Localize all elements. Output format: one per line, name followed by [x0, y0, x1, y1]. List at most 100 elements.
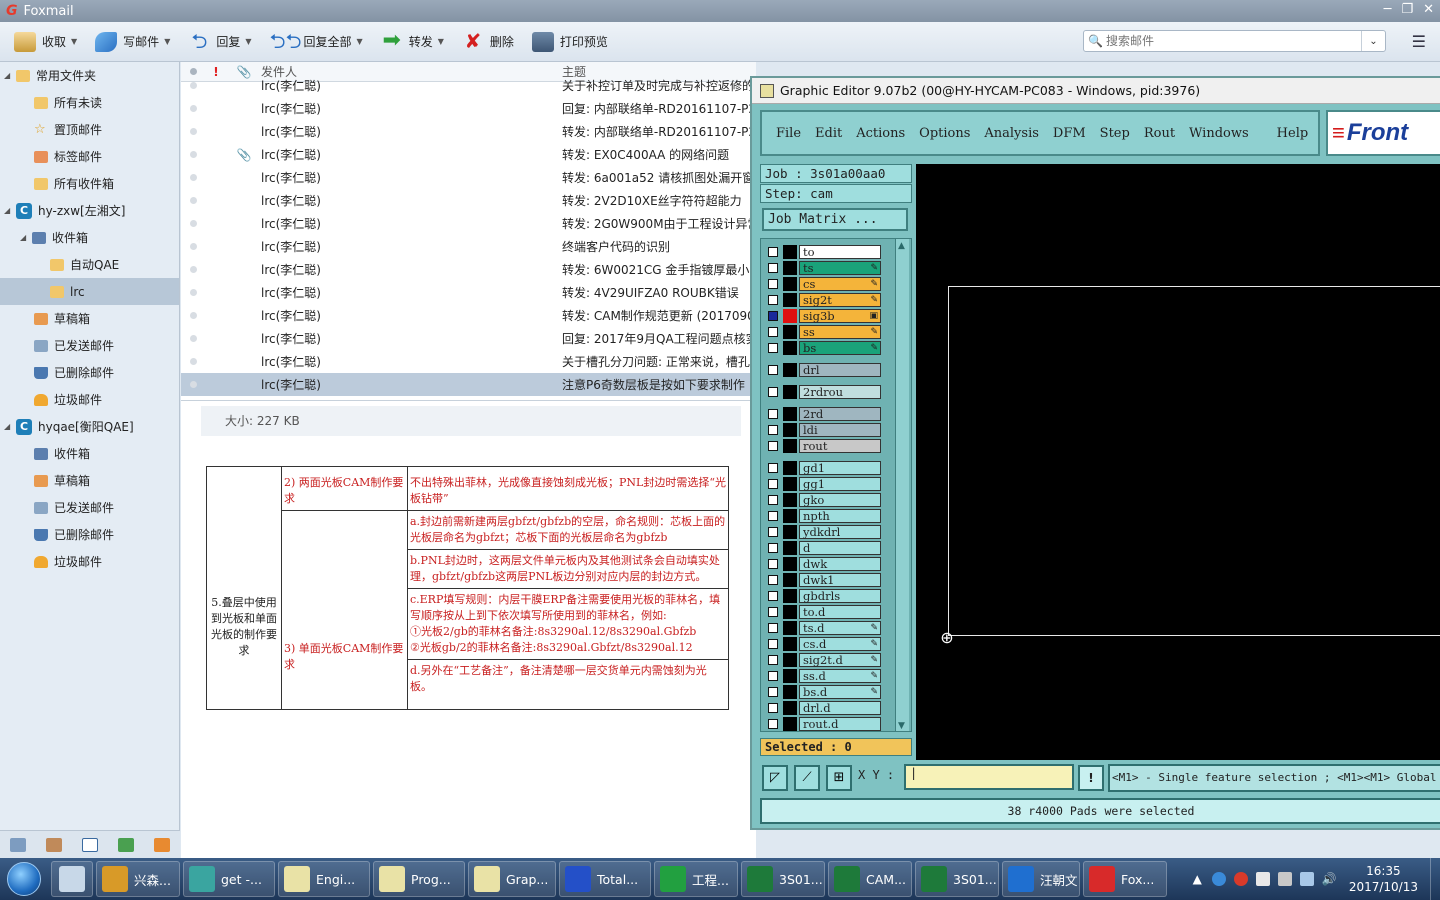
layer-checkbox[interactable]: [768, 687, 778, 697]
expand-arrow-icon[interactable]: ◢: [20, 233, 32, 242]
taskbar-item[interactable]: 工程...: [654, 861, 738, 897]
read-status-icon[interactable]: [181, 82, 205, 89]
expand-arrow-icon[interactable]: ◢: [4, 422, 16, 431]
start-button[interactable]: [0, 858, 48, 900]
layer-name[interactable]: bs.d ✎: [799, 685, 881, 699]
minimize-icon[interactable]: ─: [1384, 2, 1392, 17]
read-status-icon[interactable]: [181, 312, 205, 319]
search-input[interactable]: [1105, 34, 1361, 48]
layer-name[interactable]: ts ✎: [799, 261, 881, 275]
read-status-column-icon[interactable]: [181, 68, 205, 75]
layer-checkbox[interactable]: [768, 463, 778, 473]
layer-name[interactable]: gbdrls: [799, 589, 881, 603]
layer-checkbox[interactable]: [768, 671, 778, 681]
layer-name[interactable]: sig2t ✎: [799, 293, 881, 307]
read-status-icon[interactable]: [181, 266, 205, 273]
table-row[interactable]: lrc(李仁聪) 关于补控订单及时完成与补控返修的: [181, 74, 756, 97]
layer-row-cs[interactable]: cs ✎: [765, 277, 883, 291]
layer-checkbox[interactable]: [768, 607, 778, 617]
layer-name[interactable]: to.d: [799, 605, 881, 619]
sidebar-item-all-inbox[interactable]: 所有收件箱: [0, 170, 179, 197]
layer-checkbox[interactable]: [768, 343, 778, 353]
layer-name[interactable]: ss ✎: [799, 325, 881, 339]
layer-name[interactable]: d: [799, 541, 881, 555]
table-row[interactable]: lrc(李仁聪) 终端客户代码的识别: [181, 235, 756, 258]
sidebar-item-a2-deleted[interactable]: 已删除邮件: [0, 521, 179, 548]
layer-row-ts.d[interactable]: ts.d ✎: [765, 621, 883, 635]
chevron-down-icon[interactable]: ▼: [357, 37, 363, 46]
layer-name[interactable]: ts.d ✎: [799, 621, 881, 635]
scroll-up-icon[interactable]: ▲: [898, 241, 905, 251]
job-matrix-button[interactable]: Job Matrix ...: [762, 208, 908, 231]
layer-checkbox[interactable]: [768, 575, 778, 585]
layer-name[interactable]: dwk: [799, 557, 881, 571]
table-row[interactable]: lrc(李仁聪) 关于槽孔分刀问题: 正常来说，槽孔: [181, 350, 756, 373]
clock[interactable]: 16:35 2017/10/13: [1349, 863, 1418, 895]
read-status-icon[interactable]: [181, 381, 205, 388]
layer-row-bs.d[interactable]: bs.d ✎: [765, 685, 883, 699]
receive-button[interactable]: 收取 ▼: [14, 31, 77, 52]
layer-checkbox[interactable]: [768, 409, 778, 419]
forward-button[interactable]: ➡ 转发 ▼: [381, 29, 443, 52]
menu-rout[interactable]: Rout: [1144, 126, 1175, 141]
flag-icon[interactable]: [1255, 872, 1270, 886]
menu-file[interactable]: File: [776, 126, 801, 141]
table-row[interactable]: lrc(李仁聪) 转发: 2V2D10XE丝字符符超能力: [181, 189, 756, 212]
layer-checkbox[interactable]: [768, 479, 778, 489]
layer-checkbox[interactable]: [768, 295, 778, 305]
layer-checkbox[interactable]: [768, 543, 778, 553]
layer-checkbox[interactable]: [768, 719, 778, 729]
layer-checkbox[interactable]: [768, 365, 778, 375]
layer-name[interactable]: sig2t.d ✎: [799, 653, 881, 667]
layer-checkbox[interactable]: [768, 263, 778, 273]
taskbar-item[interactable]: 3S01...: [915, 861, 999, 897]
taskbar-item[interactable]: Prog...: [373, 861, 465, 897]
print-preview-button[interactable]: 打印预览: [531, 31, 608, 52]
layer-row-2rdrou[interactable]: 2rdrou: [765, 385, 883, 399]
layer-name[interactable]: cs.d ✎: [799, 637, 881, 651]
taskbar-item[interactable]: get -...: [183, 861, 275, 897]
read-status-icon[interactable]: [181, 151, 205, 158]
layer-name[interactable]: gd1: [799, 461, 881, 475]
measure-icon[interactable]: ⟋: [794, 765, 820, 791]
layer-checkbox[interactable]: [768, 703, 778, 713]
scroll-down-icon[interactable]: ▼: [898, 721, 905, 731]
menu-dfm[interactable]: DFM: [1053, 126, 1086, 141]
read-status-icon[interactable]: [181, 243, 205, 250]
taskbar-item[interactable]: Fox...: [1083, 861, 1167, 897]
reply-button[interactable]: ⮌ 回复 ▼: [188, 31, 251, 52]
layer-name[interactable]: ss.d ✎: [799, 669, 881, 683]
expand-arrow-icon[interactable]: ◢: [4, 206, 16, 215]
layer-checkbox[interactable]: [768, 441, 778, 451]
layer-name[interactable]: sig3b ▣: [799, 309, 881, 323]
compose-button[interactable]: 写邮件 ▼: [95, 31, 170, 52]
contacts-icon[interactable]: [46, 837, 62, 852]
sidebar-group-common[interactable]: ◢ 常用文件夹: [0, 62, 179, 89]
read-status-icon[interactable]: [181, 197, 205, 204]
sidebar-item-starred[interactable]: ☆ 置顶邮件: [0, 116, 179, 143]
chevron-down-icon[interactable]: ▼: [71, 37, 77, 46]
show-desktop-button[interactable]: [1430, 858, 1440, 900]
layer-name[interactable]: cs ✎: [799, 277, 881, 291]
grid-snap-icon[interactable]: ⊞: [826, 765, 852, 791]
reply-all-button[interactable]: ⮌⮌ 回复全部 ▼: [270, 31, 363, 52]
taskbar-item[interactable]: 3S01...: [741, 861, 825, 897]
delete-button[interactable]: ✘ 删除: [462, 31, 513, 52]
taskbar-item[interactable]: 汪朝文: [1002, 861, 1080, 897]
layer-name[interactable]: dwk1: [799, 573, 881, 587]
layer-checkbox[interactable]: [768, 311, 778, 321]
calendar-icon[interactable]: [82, 837, 98, 852]
layer-row-rout.d[interactable]: rout.d: [765, 717, 883, 731]
taskbar-item[interactable]: Grap...: [468, 861, 556, 897]
zoom-box-icon[interactable]: ◸: [762, 765, 788, 791]
table-row[interactable]: lrc(李仁聪) 转发: 6a001a52 请核抓图处漏开窗: [181, 166, 756, 189]
layer-row-drl.d[interactable]: drl.d: [765, 701, 883, 715]
layer-row-ldi[interactable]: ldi: [765, 423, 883, 437]
read-status-icon[interactable]: [181, 174, 205, 181]
volume-icon[interactable]: 🔊: [1322, 872, 1337, 886]
layer-row-gko[interactable]: gko: [765, 493, 883, 507]
layer-checkbox[interactable]: [768, 511, 778, 521]
sidebar-item-a1-inbox[interactable]: ◢ 收件箱: [0, 224, 179, 251]
layer-row-to.d[interactable]: to.d: [765, 605, 883, 619]
layer-name[interactable]: gg1: [799, 477, 881, 491]
